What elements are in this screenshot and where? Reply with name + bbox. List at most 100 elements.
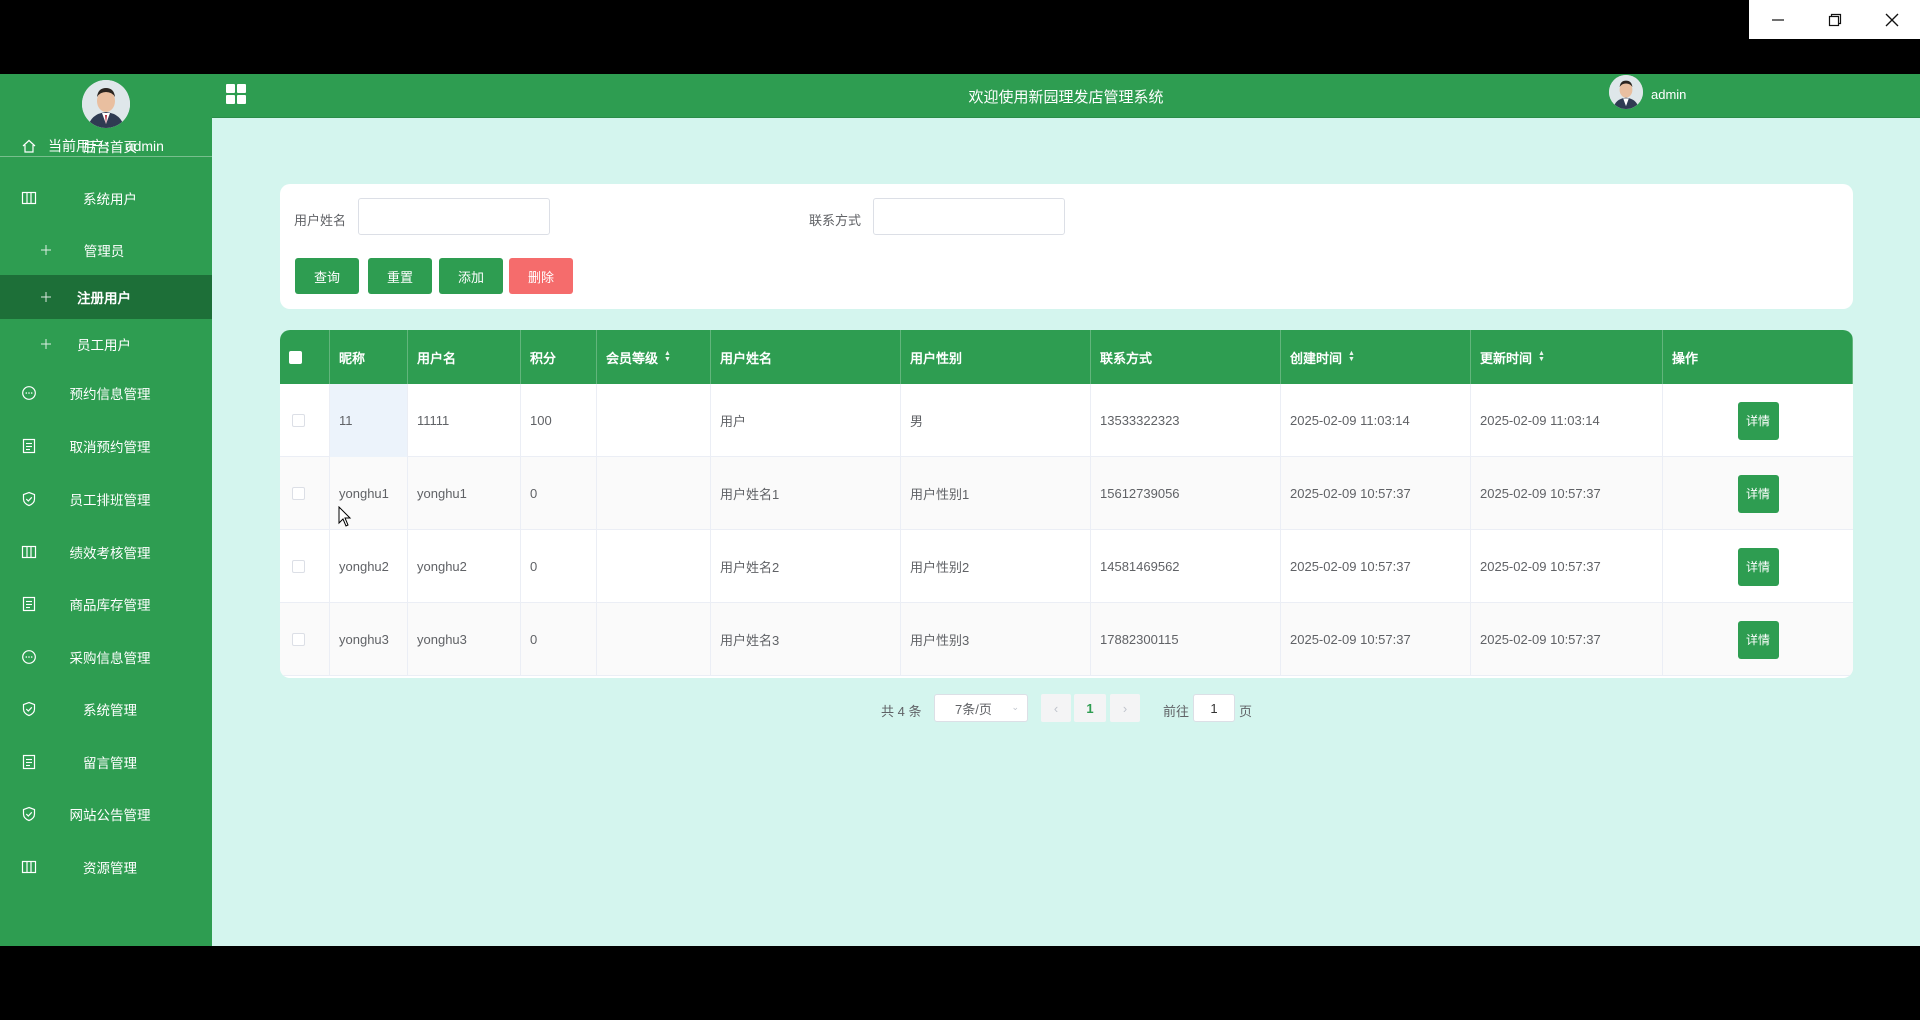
cell-username: yonghu1 <box>408 457 521 530</box>
sidebar-item-9[interactable]: 商品库存管理 <box>0 582 212 626</box>
sidebar-item-label: 绩效考核管理 <box>69 546 151 561</box>
cell-updated: 2025-02-09 11:03:14 <box>1471 384 1663 457</box>
sidebar-item-label: 预约信息管理 <box>69 387 151 402</box>
column-header-7[interactable]: 创建时间 ▲ ▼ <box>1281 330 1471 384</box>
cell-gender: 男 <box>901 384 1091 457</box>
sidebar-item-label: 资源管理 <box>83 861 137 876</box>
detail-button[interactable]: 详情 <box>1737 547 1779 586</box>
select-all-checkbox[interactable] <box>280 330 330 384</box>
sidebar-item-label: 管理员 <box>83 244 125 259</box>
detail-button[interactable]: 详情 <box>1737 620 1779 659</box>
table-row[interactable]: yonghu2 yonghu2 0 用户姓名2 用户性别2 14581469562 2025… <box>280 530 1853 603</box>
checkbox-icon <box>292 633 305 646</box>
sidebar-item-10[interactable]: 采购信息管理 <box>0 635 212 679</box>
cell-username: yonghu3 <box>408 603 521 676</box>
add-button[interactable]: 添加 <box>439 258 503 294</box>
cell-actions: 详情 <box>1663 603 1853 676</box>
column-header-label: 更新时间 <box>1480 350 1533 366</box>
row-checkbox[interactable] <box>280 457 330 530</box>
cell-level <box>597 457 711 530</box>
detail-button[interactable]: 详情 <box>1737 401 1779 440</box>
reset-button[interactable]: 重置 <box>368 258 432 294</box>
column-header-1: 用户名 <box>408 330 521 384</box>
page-size-select[interactable]: 7条/页 ⌄ <box>934 694 1028 722</box>
sidebar-item-5[interactable]: 预约信息管理 <box>0 371 212 415</box>
top-username[interactable]: admin <box>1651 87 1686 102</box>
users-table: 昵称 用户名 积分 会员等级 ▲ ▼ 用户姓名 用户性别 联系方式 创建时间 ▲ ▼ 更新时间 ▲ ▼ 操作 … <box>280 330 1853 678</box>
column-header-4: 用户姓名 <box>711 330 901 384</box>
column-header-label: 昵称 <box>339 350 366 366</box>
cell-realname: 用户姓名2 <box>711 530 901 603</box>
mouse-cursor-icon <box>338 506 352 527</box>
sidebar: 当前用户： admin 后台首页 系统用户 管理员 注册用户 员工用户 预约信息管理 取消预… <box>0 74 212 946</box>
row-checkbox[interactable] <box>280 384 330 457</box>
sidebar-item-1[interactable]: 系统用户 <box>0 176 212 220</box>
search-panel: 用户姓名 联系方式 查询 重置 添加 删除 <box>280 184 1853 309</box>
sidebar-item-13[interactable]: 网站公告管理 <box>0 792 212 836</box>
column-header-0: 昵称 <box>330 330 408 384</box>
cell-points: 100 <box>521 384 597 457</box>
column-header-9: 操作 <box>1663 330 1853 384</box>
avatar <box>82 80 130 128</box>
column-header-label: 联系方式 <box>1100 350 1153 366</box>
cell-nickname: 11 <box>330 384 408 457</box>
page-size-value: 7条/页 <box>955 701 992 717</box>
page-number-1[interactable]: 1 <box>1074 694 1106 722</box>
table-row[interactable]: yonghu3 yonghu3 0 用户姓名3 用户性别3 17882300115 2025… <box>280 603 1853 676</box>
sort-icon[interactable]: ▲ ▼ <box>1538 350 1545 363</box>
chevron-right-icon: › <box>1122 700 1128 716</box>
sidebar-item-8[interactable]: 绩效考核管理 <box>0 530 212 574</box>
column-header-label: 创建时间 <box>1290 350 1343 366</box>
next-page-button[interactable]: › <box>1110 694 1140 722</box>
detail-button[interactable]: 详情 <box>1737 474 1779 513</box>
sort-icon[interactable]: ▲ ▼ <box>664 350 671 363</box>
shield-icon <box>21 806 37 822</box>
sidebar-item-14[interactable]: 资源管理 <box>0 845 212 889</box>
column-header-label: 用户名 <box>417 350 457 366</box>
column-header-3[interactable]: 会员等级 ▲ ▼ <box>597 330 711 384</box>
row-checkbox[interactable] <box>280 530 330 603</box>
cell-points: 0 <box>521 457 597 530</box>
sidebar-item-label: 员工用户 <box>77 338 131 353</box>
user-name-label: 用户姓名 <box>294 213 347 228</box>
plus-icon <box>38 336 54 352</box>
avatar[interactable] <box>1609 75 1643 109</box>
sidebar-item-0[interactable]: 后台首页 <box>0 124 212 168</box>
sidebar-item-2[interactable]: 管理员 <box>0 228 212 272</box>
sidebar-item-4[interactable]: 员工用户 <box>0 322 212 366</box>
sidebar-item-label: 网站公告管理 <box>69 808 151 823</box>
columns-icon <box>21 859 37 875</box>
checkbox-icon <box>289 350 302 364</box>
user-name-input[interactable] <box>358 198 550 235</box>
sort-icon[interactable]: ▲ ▼ <box>1348 350 1355 363</box>
table-row[interactable]: 11 11111 100 用户男 13533322323 2025-02-09 11:03… <box>280 384 1853 457</box>
goto-page-input[interactable]: 1 <box>1193 694 1235 722</box>
document-icon <box>21 596 37 612</box>
sidebar-item-label: 系统用户 <box>83 192 137 207</box>
minimize-icon[interactable] <box>1749 0 1806 39</box>
chevron-left-icon: ‹ <box>1053 700 1059 716</box>
plus-icon <box>38 242 54 258</box>
sidebar-item-7[interactable]: 员工排班管理 <box>0 477 212 521</box>
cell-points: 0 <box>521 530 597 603</box>
query-button[interactable]: 查询 <box>295 258 359 294</box>
cell-realname: 用户姓名1 <box>711 457 901 530</box>
row-checkbox[interactable] <box>280 603 330 676</box>
restore-icon[interactable] <box>1806 0 1863 39</box>
cell-created: 2025-02-09 10:57:37 <box>1281 457 1471 530</box>
table-row[interactable]: yonghu1 yonghu1 0 用户姓名1 用户性别1 15612739056 2025… <box>280 457 1853 530</box>
sidebar-item-3[interactable]: 注册用户 <box>0 275 212 319</box>
delete-button[interactable]: 删除 <box>509 258 573 294</box>
checkbox-icon <box>292 487 305 500</box>
sidebar-item-12[interactable]: 留言管理 <box>0 740 212 784</box>
sidebar-item-label: 采购信息管理 <box>69 651 151 666</box>
cell-gender: 用户性别3 <box>901 603 1091 676</box>
cell-username: 11111 <box>408 384 521 457</box>
checkbox-icon <box>292 414 305 427</box>
close-icon[interactable] <box>1863 0 1920 39</box>
chat-icon <box>21 385 37 401</box>
sidebar-item-6[interactable]: 取消预约管理 <box>0 424 212 468</box>
prev-page-button[interactable]: ‹ <box>1041 694 1071 722</box>
column-header-8[interactable]: 更新时间 ▲ ▼ <box>1471 330 1663 384</box>
contact-input[interactable] <box>873 198 1065 235</box>
